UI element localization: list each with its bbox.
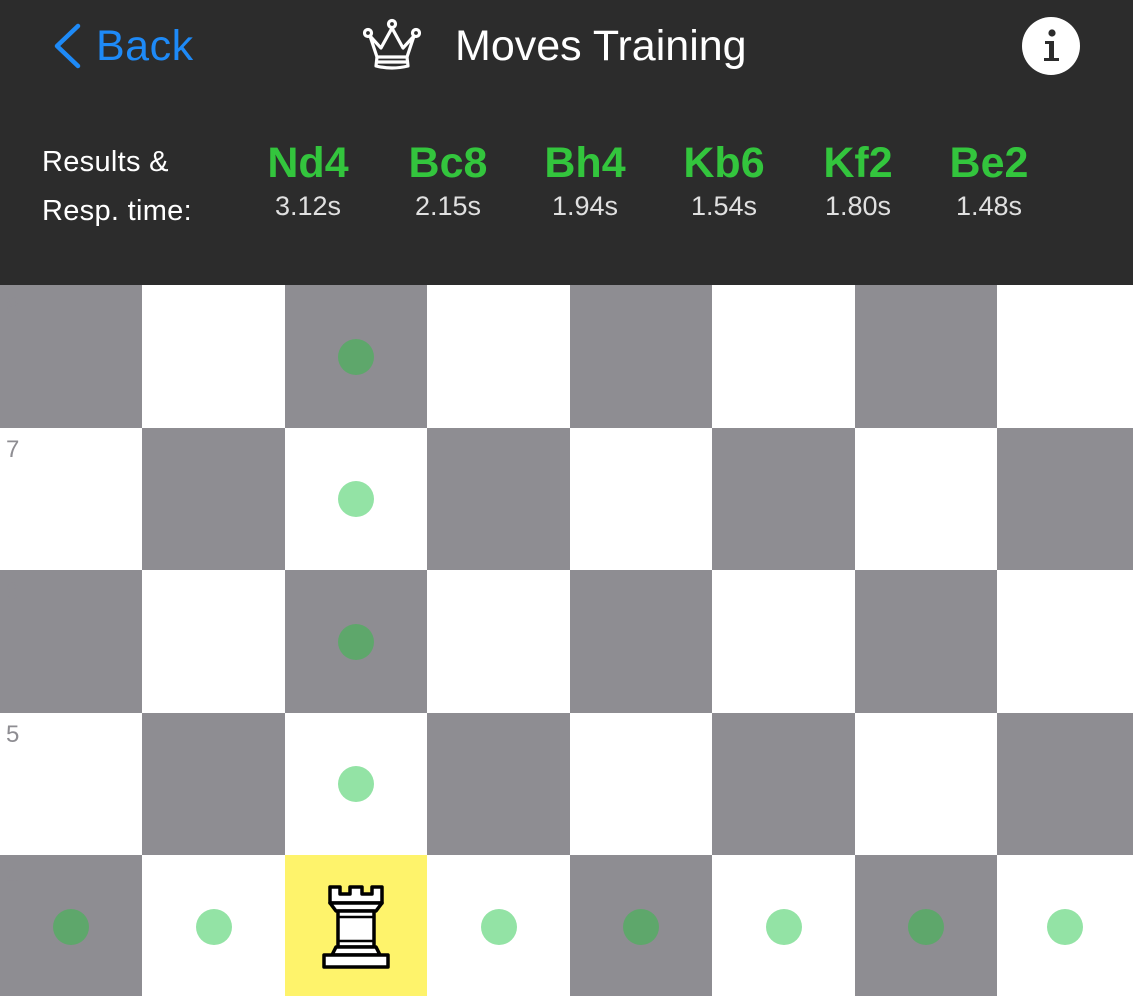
result-time: 1.54s [690,191,758,221]
move-target-dot[interactable] [338,481,374,517]
result-move: Kb6 [683,139,765,187]
result-item: Bh4 1.94s [510,138,660,226]
result-time: 1.80s [824,191,892,221]
square-d6[interactable] [427,570,570,713]
move-target-dot[interactable] [623,909,659,945]
move-target-dot[interactable] [53,909,89,945]
square-a7[interactable] [0,428,142,570]
square-f5[interactable] [712,713,855,855]
rank-label: 6 [6,578,20,605]
square-g5[interactable] [855,713,997,855]
square-a5[interactable] [0,713,142,855]
square-f6[interactable] [712,570,855,713]
square-f8[interactable] [712,285,855,428]
chevron-left-icon [54,23,81,69]
top-bar: Back Moves Training Results & Resp. time… [0,0,1133,285]
rank-label: 8 [6,293,20,320]
square-e8[interactable] [570,285,712,428]
square-b5[interactable] [142,713,285,855]
result-item: Bc8 2.15s [373,138,523,226]
square-h5[interactable] [997,713,1133,855]
square-e6[interactable] [570,570,712,713]
square-h8[interactable] [997,285,1133,428]
info-icon [1044,29,1059,61]
result-time: 1.94s [551,191,619,221]
square-g8[interactable] [855,285,997,428]
square-g7[interactable] [855,428,997,570]
result-time: 2.15s [414,191,482,221]
result-time: 1.48s [955,191,1023,221]
results-label-line1: Results & [42,146,169,178]
result-item: Kf2 1.80s [783,138,933,226]
result-item: Kb6 1.54s [649,138,799,226]
square-b8[interactable] [142,285,285,428]
rank-label: 5 [6,721,20,748]
results-label: Results & Resp. time: [42,138,192,236]
page-title: Moves Training [455,21,747,70]
crown-icon [363,18,421,70]
back-button[interactable]: Back [52,18,194,74]
move-target-dot[interactable] [338,766,374,802]
white-rook-icon[interactable] [314,883,398,973]
title-area: Moves Training [363,16,747,76]
result-move: Kf2 [823,139,893,187]
square-b7[interactable] [142,428,285,570]
results-label-line2: Resp. time: [42,195,192,227]
move-target-dot[interactable] [196,909,232,945]
chess-board: 8 7 6 5 4 [0,285,1133,996]
square-d7[interactable] [427,428,570,570]
move-target-dot[interactable] [1047,909,1083,945]
rank-label: 4 [6,863,20,890]
result-move: Be2 [949,139,1029,187]
square-e7[interactable] [570,428,712,570]
square-d5[interactable] [427,713,570,855]
move-target-dot[interactable] [766,909,802,945]
rank-label: 7 [6,436,20,463]
result-item: Nd4 3.12s [233,138,383,226]
info-button[interactable] [1022,17,1080,75]
square-b6[interactable] [142,570,285,713]
move-target-dot[interactable] [338,339,374,375]
result-time: 3.12s [274,191,342,221]
result-item: Be2 1.48s [914,138,1064,226]
square-d8[interactable] [427,285,570,428]
square-a6[interactable] [0,570,142,713]
move-target-dot[interactable] [481,909,517,945]
square-g6[interactable] [855,570,997,713]
back-label: Back [96,21,194,70]
result-move: Bc8 [408,139,488,187]
move-target-dot[interactable] [908,909,944,945]
result-move: Nd4 [267,139,349,187]
result-move: Bh4 [544,139,626,187]
square-e5[interactable] [570,713,712,855]
square-f7[interactable] [712,428,855,570]
move-target-dot[interactable] [338,624,374,660]
square-a8[interactable] [0,285,142,428]
square-h6[interactable] [997,570,1133,713]
square-h7[interactable] [997,428,1133,570]
